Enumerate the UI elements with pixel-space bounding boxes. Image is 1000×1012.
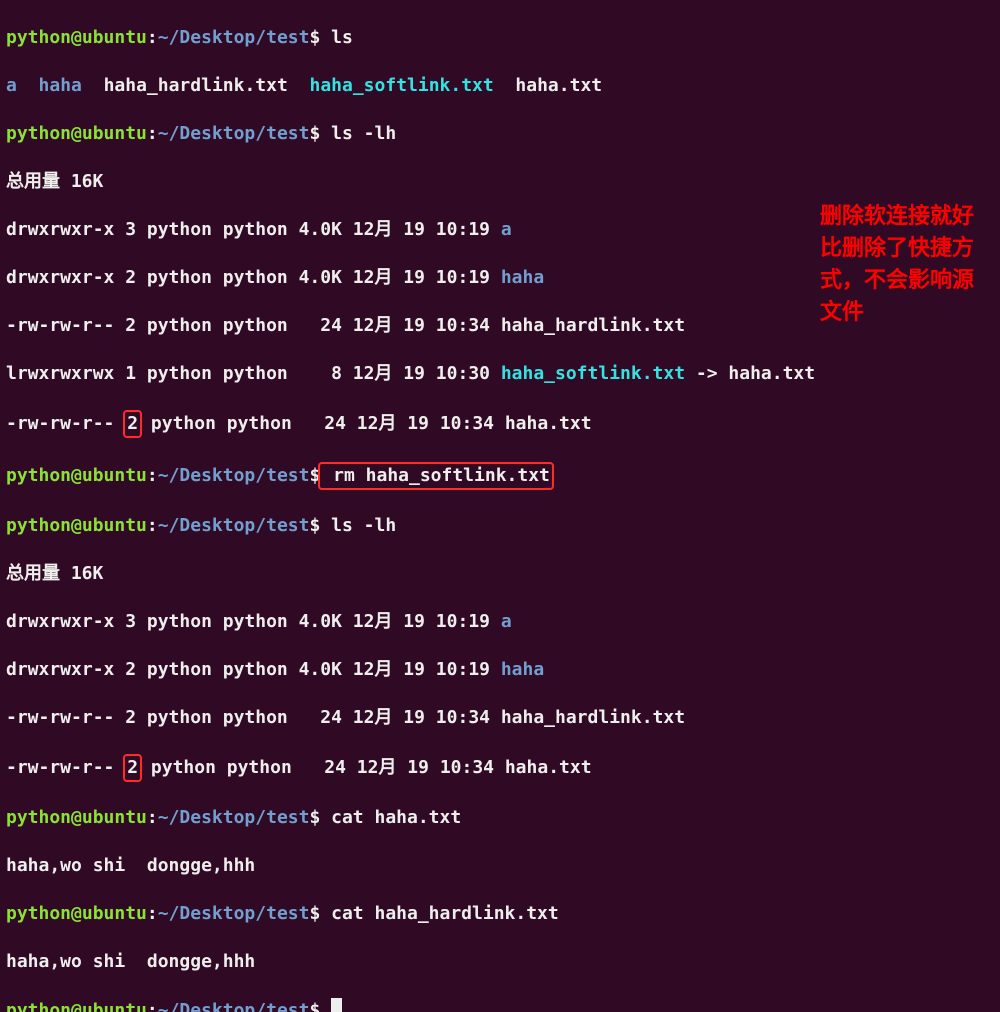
terminal[interactable]: python@ubuntu:~/Desktop/test$ ls a haha …	[0, 0, 1000, 1012]
line-total1: 总用量 16K	[6, 170, 994, 194]
prompt-user: python@ubuntu	[6, 27, 147, 48]
file-haha-txt: haha.txt	[515, 75, 602, 96]
line-cat-out2: haha,wo shi dongge,hhh	[6, 950, 994, 974]
cmd-ls-lh: ls -lh	[320, 123, 396, 144]
line-prompt-empty: python@ubuntu:~/Desktop/test$	[6, 998, 994, 1012]
line-prompt-lslh1: python@ubuntu:~/Desktop/test$ ls -lh	[6, 122, 994, 146]
line-ls-output: a haha haha_hardlink.txt haha_softlink.t…	[6, 74, 994, 98]
line-ll1-r5: -rw-rw-r-- 2 python python 24 12月 19 10:…	[6, 410, 994, 438]
line-prompt-cat2: python@ubuntu:~/Desktop/test$ cat haha_h…	[6, 902, 994, 926]
cmd-cat-hardlink: cat haha_hardlink.txt	[320, 903, 558, 924]
file-hardlink: haha_hardlink.txt	[104, 75, 288, 96]
line-ll2-r2: drwxrwxr-x 2 python python 4.0K 12月 19 1…	[6, 658, 994, 682]
cursor-block-icon	[331, 998, 342, 1012]
cmd-rm-softlink: rm haha_softlink.txt	[318, 462, 554, 490]
line-ll2-r3: -rw-rw-r-- 2 python python 24 12月 19 10:…	[6, 706, 994, 730]
line-ll2-r4: -rw-rw-r-- 2 python python 24 12月 19 10:…	[6, 754, 994, 782]
line-prompt-ls: python@ubuntu:~/Desktop/test$ ls	[6, 26, 994, 50]
line-ll1-r4: lrwxrwxrwx 1 python python 8 12月 19 10:3…	[6, 362, 994, 386]
file-softlink: haha_softlink.txt	[310, 75, 494, 96]
dir-haha: haha	[39, 75, 82, 96]
cmd-ls: ls	[320, 27, 353, 48]
prompt-path: ~/Desktop/test	[158, 27, 310, 48]
annotation-comment: 删除软连接就好比删除了快捷方式，不会影响源文件	[820, 200, 980, 328]
line-prompt-cat1: python@ubuntu:~/Desktop/test$ cat haha.t…	[6, 806, 994, 830]
line-ll2-r1: drwxrwxr-x 3 python python 4.0K 12月 19 1…	[6, 610, 994, 634]
cmd-cat-haha: cat haha.txt	[320, 807, 461, 828]
line-cat-out1: haha,wo shi dongge,hhh	[6, 854, 994, 878]
line-prompt-rm: python@ubuntu:~/Desktop/test$ rm haha_so…	[6, 462, 994, 490]
dir-a: a	[6, 75, 17, 96]
line-total2: 总用量 16K	[6, 562, 994, 586]
line-prompt-lslh2: python@ubuntu:~/Desktop/test$ ls -lh	[6, 514, 994, 538]
